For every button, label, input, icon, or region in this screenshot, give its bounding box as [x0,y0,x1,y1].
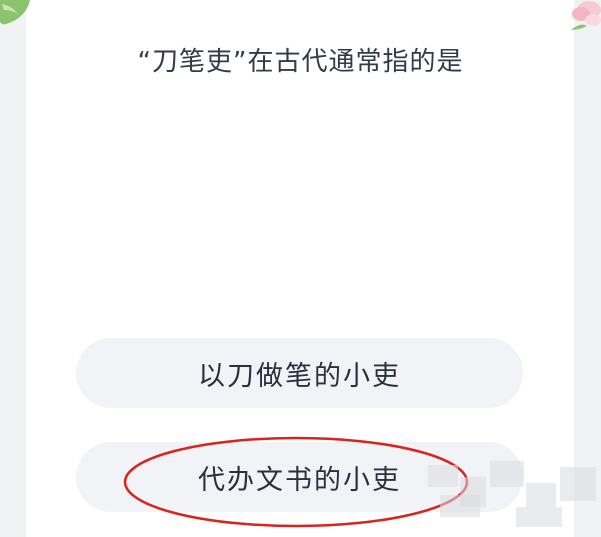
leaf-icon [0,0,30,30]
flower-icon [567,0,601,34]
question-text: “刀笔吏”在古代通常指的是 [137,47,464,77]
option-label-2: 代办文书的小吏 [198,464,401,496]
option-button-2[interactable]: 代办文书的小吏 [76,442,523,512]
option-button-1[interactable]: 以刀做笔的小吏 [76,338,523,408]
option-label-1: 以刀做笔的小吏 [198,360,401,392]
question-image-area [58,112,544,290]
